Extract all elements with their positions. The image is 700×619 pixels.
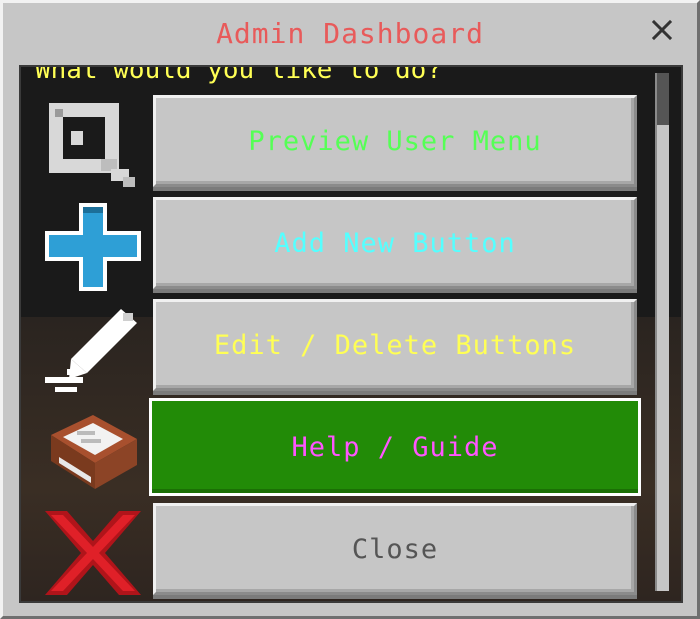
book-icon bbox=[51, 415, 137, 489]
menu-row-close: Close bbox=[21, 503, 651, 601]
close-button-label: Close bbox=[351, 533, 439, 565]
edit-delete-buttons-button[interactable]: Edit / Delete Buttons bbox=[153, 299, 637, 391]
edit-delete-buttons-label: Edit / Delete Buttons bbox=[213, 329, 577, 361]
pencil-icon bbox=[45, 309, 137, 392]
plus-icon bbox=[45, 203, 141, 291]
preview-user-menu-label: Preview User Menu bbox=[248, 125, 542, 157]
help-guide-label: Help / Guide bbox=[291, 431, 499, 463]
help-guide-button[interactable]: Help / Guide bbox=[149, 398, 641, 496]
close-button[interactable]: Close bbox=[153, 503, 637, 595]
menu-scroll-panel[interactable]: What would you like to do? Preview User … bbox=[19, 65, 683, 603]
close-window-icon[interactable] bbox=[649, 17, 675, 43]
admin-dashboard-window: Admin Dashboard What would you like to d… bbox=[0, 0, 700, 619]
scrollbar[interactable] bbox=[655, 73, 669, 591]
preview-user-menu-button[interactable]: Preview User Menu bbox=[153, 95, 637, 187]
prompt-text: What would you like to do? bbox=[35, 65, 442, 85]
menu-row-help: Help / Guide bbox=[21, 398, 651, 499]
magnifier-icon bbox=[49, 103, 135, 187]
red-x-icon bbox=[45, 511, 141, 595]
menu-row-add: Add New Button bbox=[21, 197, 651, 295]
menu-row-edit: Edit / Delete Buttons bbox=[21, 299, 651, 397]
add-new-button-label: Add New Button bbox=[274, 227, 516, 259]
scrollbar-thumb[interactable] bbox=[657, 73, 669, 125]
window-title: Admin Dashboard bbox=[216, 17, 484, 50]
add-new-button-button[interactable]: Add New Button bbox=[153, 197, 637, 289]
menu-row-preview: Preview User Menu bbox=[21, 95, 651, 193]
